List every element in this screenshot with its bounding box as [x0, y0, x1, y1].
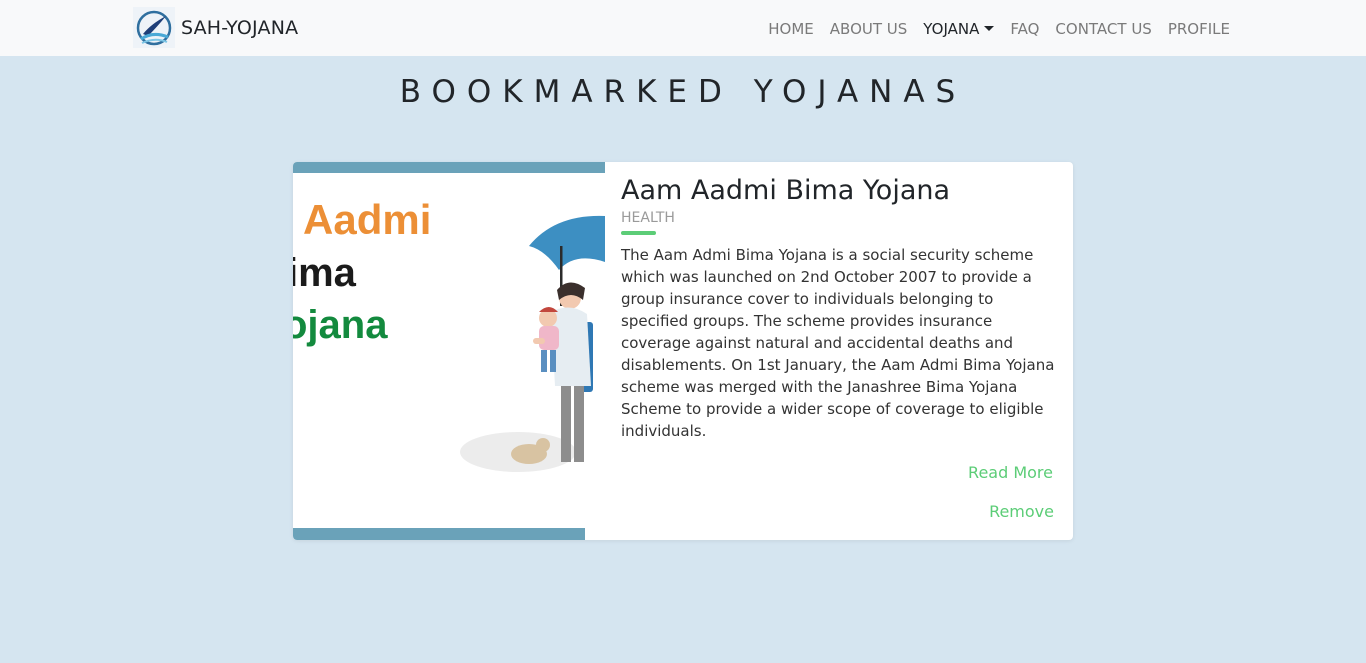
navbar: SAH-YOJANA HOME ABOUT US YOJANA FAQ CONT… — [0, 0, 1366, 56]
nav-link-yojana-label: YOJANA — [923, 19, 980, 38]
yojana-category: HEALTH — [621, 210, 675, 226]
nav-link-profile[interactable]: PROFILE — [1168, 20, 1230, 38]
bookmark-card: Aadmi ima ojana Aam Aadmi Bima Yojana HE… — [293, 162, 1073, 540]
read-more-link[interactable]: Read More — [968, 463, 1053, 482]
quill-pen-logo-icon — [133, 7, 175, 48]
nav-link-faq[interactable]: FAQ — [1010, 20, 1039, 38]
bookmark-card-body: Aam Aadmi Bima Yojana HEALTH The Aam Adm… — [621, 174, 1057, 442]
nav-item-profile: PROFILE — [1168, 19, 1230, 38]
brand-link[interactable]: SAH-YOJANA — [133, 7, 298, 48]
yojana-illustration-image[interactable]: Aadmi ima ojana — [293, 162, 605, 540]
yojana-description: The Aam Admi Bima Yojana is a social sec… — [621, 246, 1055, 440]
dropdown-caret-icon — [984, 25, 995, 31]
yojana-title: Aam Aadmi Bima Yojana — [621, 175, 951, 206]
nav-link-about-us[interactable]: ABOUT US — [830, 20, 908, 38]
remove-bookmark-link[interactable]: Remove — [989, 502, 1054, 521]
nav-dropdown-yojana[interactable]: YOJANA — [923, 19, 995, 38]
image-text-yojana: ojana — [293, 303, 388, 347]
nav-link-contact-us[interactable]: CONTACT US — [1055, 20, 1151, 38]
nav-item-home: HOME — [768, 19, 814, 38]
category-underline — [621, 231, 656, 235]
nav-item-yojana: YOJANA — [923, 19, 995, 38]
brand-name: SAH-YOJANA — [181, 16, 299, 39]
nav-item-about-us: ABOUT US — [830, 19, 908, 38]
page-title: BOOKMARKED YOJANAS — [399, 74, 967, 110]
image-text-bima: ima — [293, 251, 357, 295]
nav-link-home[interactable]: HOME — [768, 20, 814, 38]
nav-item-contact-us: CONTACT US — [1055, 19, 1151, 38]
nav-item-faq: FAQ — [1010, 19, 1039, 38]
main-nav: HOME ABOUT US YOJANA FAQ CONTACT US PROF… — [768, 0, 1230, 56]
image-text-aadmi: Aadmi — [303, 196, 431, 243]
